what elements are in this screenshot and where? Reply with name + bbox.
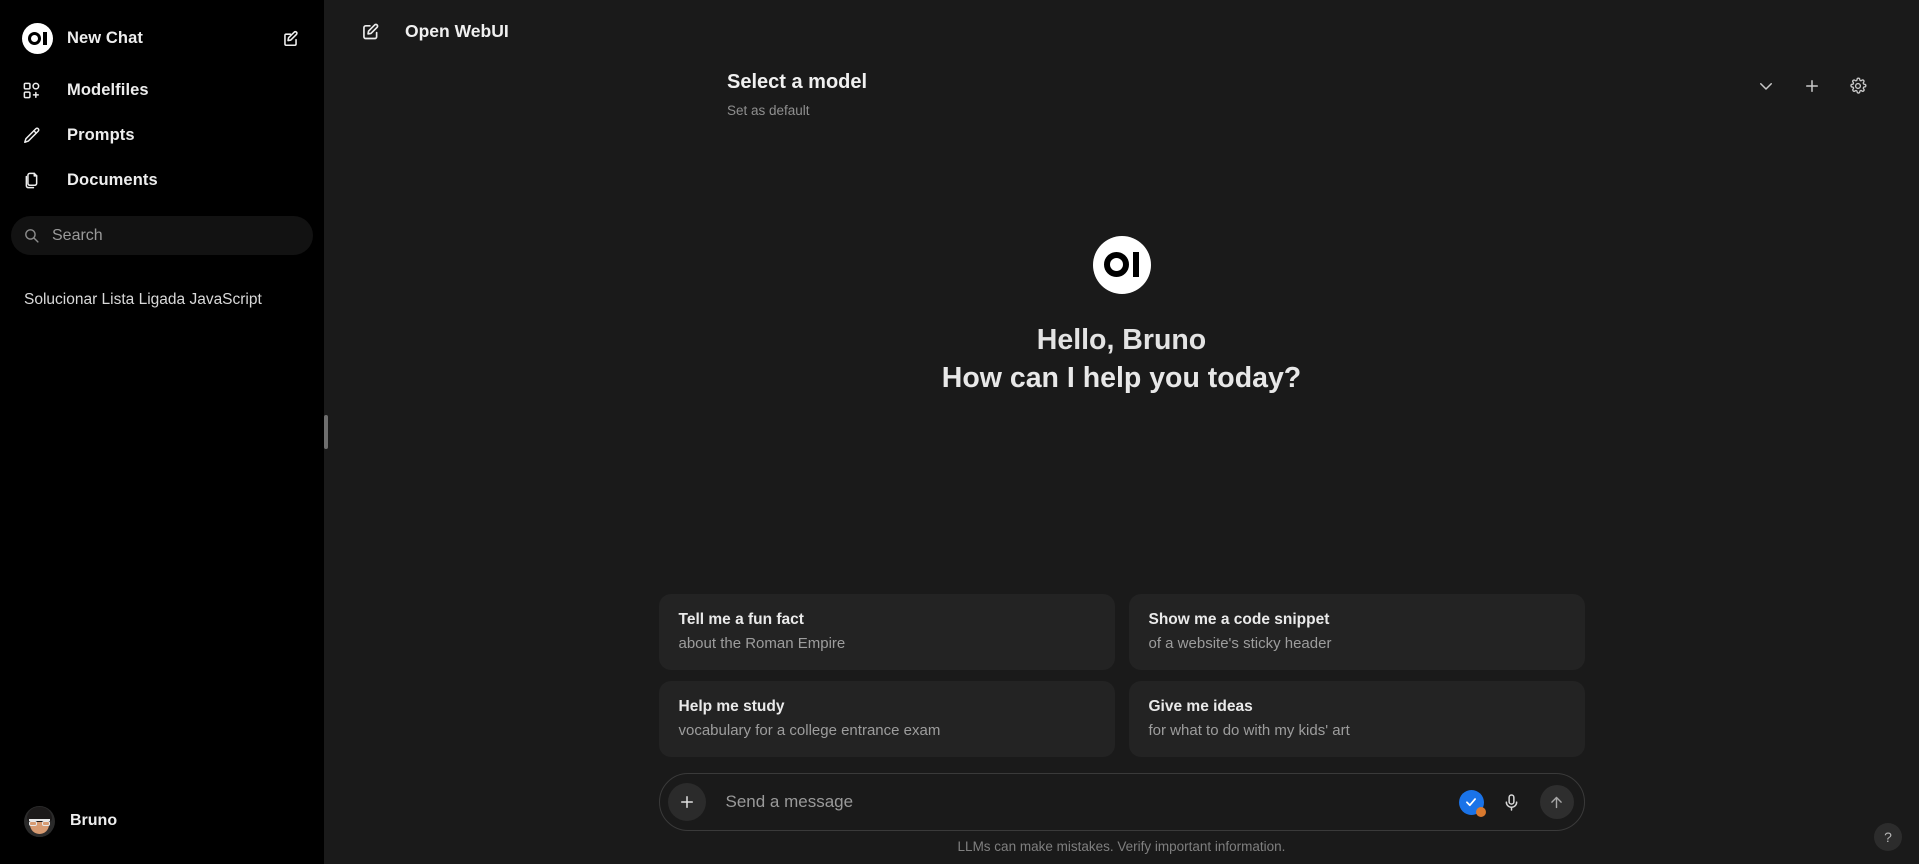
suggestion-card[interactable]: Show me a code snippet of a website's st…	[1128, 594, 1585, 670]
welcome-hero: Hello, Bruno How can I help you today?	[324, 66, 1919, 594]
new-chat-edit-icon[interactable]	[276, 24, 304, 52]
openwebui-logo-icon	[22, 22, 53, 54]
help-button[interactable]: ?	[1874, 823, 1902, 851]
app-root: New Chat Modelfiles Prompts Documents Se…	[0, 0, 1919, 864]
greeting-text: Hello, Bruno	[1036, 323, 1207, 356]
send-arrow-up-icon[interactable]	[1539, 785, 1574, 819]
suggestion-subtitle: of a website's sticky header	[1148, 635, 1332, 652]
composer-actions	[1458, 785, 1574, 819]
disclaimer-text: LLMs can make mistakes. Verify important…	[957, 839, 1286, 854]
top-bar: Open WebUI	[324, 0, 1919, 62]
new-chat-label: New Chat	[67, 28, 143, 47]
new-chat-edit-icon[interactable]	[357, 18, 383, 44]
list-item[interactable]: Solucionar Lista Ligada JavaScript	[0, 283, 324, 317]
suggestion-cards: Tell me a fun fact about the Roman Empir…	[658, 594, 1585, 773]
sidebar: New Chat Modelfiles Prompts Documents Se…	[0, 0, 328, 864]
microphone-icon[interactable]	[1499, 789, 1525, 815]
suggestion-card[interactable]: Give me ideas for what to do with my kid…	[1128, 681, 1585, 757]
search-icon	[23, 227, 40, 244]
suggestion-subtitle: vocabulary for a college entrance exam	[678, 722, 941, 739]
help-question-text: How can I help you today?	[941, 361, 1302, 394]
sidebar-top: New Chat	[0, 0, 324, 62]
message-input[interactable]	[725, 792, 1459, 812]
prompts-pencil-icon	[22, 126, 53, 145]
suggestion-subtitle: for what to do with my kids' art	[1148, 722, 1350, 739]
suggestion-title: Give me ideas	[1148, 698, 1253, 715]
openwebui-logo-icon	[1092, 235, 1151, 294]
user-name: Bruno	[70, 812, 118, 829]
chat-history-list: Solucionar Lista Ligada JavaScript	[0, 283, 324, 778]
sidebar-item-label: Documents	[67, 171, 158, 189]
sidebar-search-wrap	[0, 203, 324, 255]
suggestion-title: Help me study	[678, 698, 785, 715]
search-input[interactable]	[52, 226, 301, 245]
search-box[interactable]	[11, 216, 313, 255]
suggestion-subtitle: about the Roman Empire	[678, 635, 846, 652]
main-content: Open WebUI Select a model Set as default	[324, 0, 1919, 864]
suggestion-title: Show me a code snippet	[1148, 611, 1330, 628]
sidebar-item-label: Prompts	[67, 126, 135, 144]
sidebar-item-label: Modelfiles	[67, 81, 149, 99]
page-title: Open WebUI	[405, 20, 509, 41]
sidebar-item-modelfiles[interactable]: Modelfiles	[12, 68, 312, 113]
suggestion-title: Tell me a fun fact	[678, 611, 804, 628]
suggestion-card[interactable]: Help me study vocabulary for a college e…	[658, 681, 1115, 757]
new-chat-button[interactable]: New Chat	[12, 14, 312, 62]
plus-icon[interactable]	[667, 783, 706, 821]
sidebar-item-documents[interactable]: Documents	[12, 158, 312, 203]
chat-title: Solucionar Lista Ligada JavaScript	[24, 291, 262, 308]
user-profile-button[interactable]: Bruno	[0, 778, 324, 864]
documents-copy-icon	[22, 171, 53, 190]
sidebar-nav: Modelfiles Prompts Documents	[0, 62, 324, 203]
sidebar-resize-handle[interactable]	[324, 415, 328, 449]
password-manager-check-icon[interactable]	[1458, 789, 1486, 817]
modelfiles-icon	[22, 81, 53, 100]
sidebar-item-prompts[interactable]: Prompts	[12, 113, 312, 158]
suggestion-card[interactable]: Tell me a fun fact about the Roman Empir…	[658, 594, 1115, 670]
avatar	[24, 805, 55, 837]
message-composer	[658, 773, 1585, 831]
composer-wrap	[324, 773, 1919, 839]
